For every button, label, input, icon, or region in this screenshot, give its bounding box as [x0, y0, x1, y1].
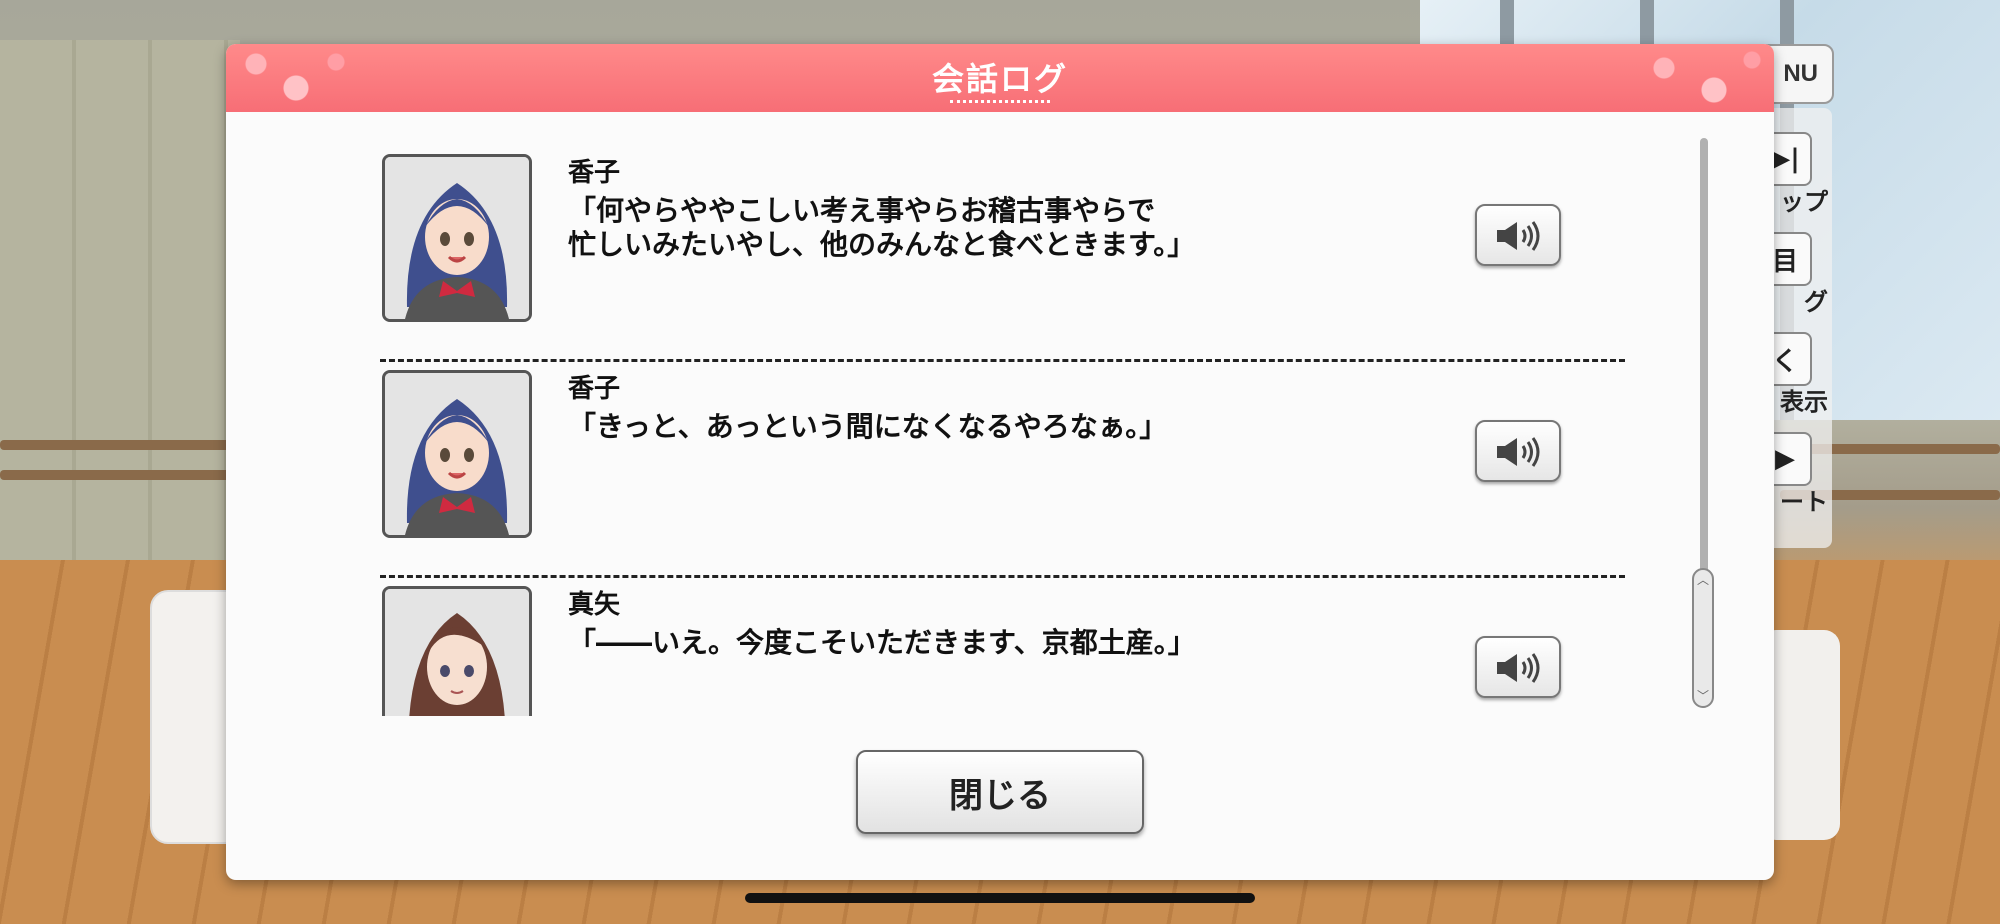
dialogue-text: 「――いえ。今度こそいただきます、京都土産。」	[568, 626, 1196, 659]
avatar	[382, 370, 532, 538]
speaker-icon	[1497, 653, 1540, 683]
chevron-up-icon: ︿	[1697, 573, 1710, 587]
hide-label: 表示	[1780, 388, 1828, 416]
avatar	[382, 154, 532, 322]
home-indicator[interactable]	[745, 893, 1255, 903]
close-button[interactable]: 閉じる	[856, 750, 1144, 834]
speaker-name: 香子	[568, 374, 621, 404]
voice-replay-button[interactable]	[1475, 204, 1561, 266]
log-entry: 香子 「きっと、あっという間になくなるやろなぁ。」	[380, 362, 1625, 578]
title-underline	[950, 100, 1050, 103]
dialog-title: 会話ログ	[931, 60, 1068, 98]
scrollbar-thumb[interactable]: ︿ ﹀	[1692, 568, 1714, 708]
dialogue-text: 「何やらややこしい考え事やらお稽古事やらで 忙しいみたいやし、他のみんなと食べと…	[568, 194, 1196, 261]
avatar	[382, 586, 532, 716]
skip-label: ップ	[1780, 188, 1828, 216]
auto-label: ート	[1780, 488, 1828, 516]
log-entry: 香子 「何やらややこしい考え事やらお稽古事やらで 忙しいみたいやし、他のみんなと…	[380, 146, 1625, 362]
conversation-log-dialog: 会話ログ 香子 「何やらややこしい考え事やらお稽古事やらで 忙しいみたいやし、他…	[226, 44, 1774, 880]
speaker-name: 香子	[568, 158, 621, 188]
log-entry: 真矢 「――いえ。今度こそいただきます、京都土産。」	[380, 578, 1625, 716]
speaker-icon	[1497, 221, 1540, 251]
log-label: グ	[1804, 288, 1828, 316]
dialogue-text: 「きっと、あっという間になくなるやろなぁ。」	[568, 410, 1168, 443]
log-list[interactable]: 香子 「何やらややこしい考え事やらお稽古事やらで 忙しいみたいやし、他のみんなと…	[226, 112, 1774, 716]
speaker-name: 真矢	[568, 590, 621, 620]
dialog-header: 会話ログ	[226, 44, 1774, 112]
background-wall	[0, 40, 240, 600]
voice-replay-button[interactable]	[1475, 420, 1561, 482]
voice-replay-button[interactable]	[1475, 636, 1561, 698]
chevron-down-icon: ﹀	[1697, 689, 1710, 703]
ballet-barre	[0, 440, 240, 450]
ballet-barre	[0, 470, 240, 480]
speaker-icon	[1497, 437, 1540, 467]
